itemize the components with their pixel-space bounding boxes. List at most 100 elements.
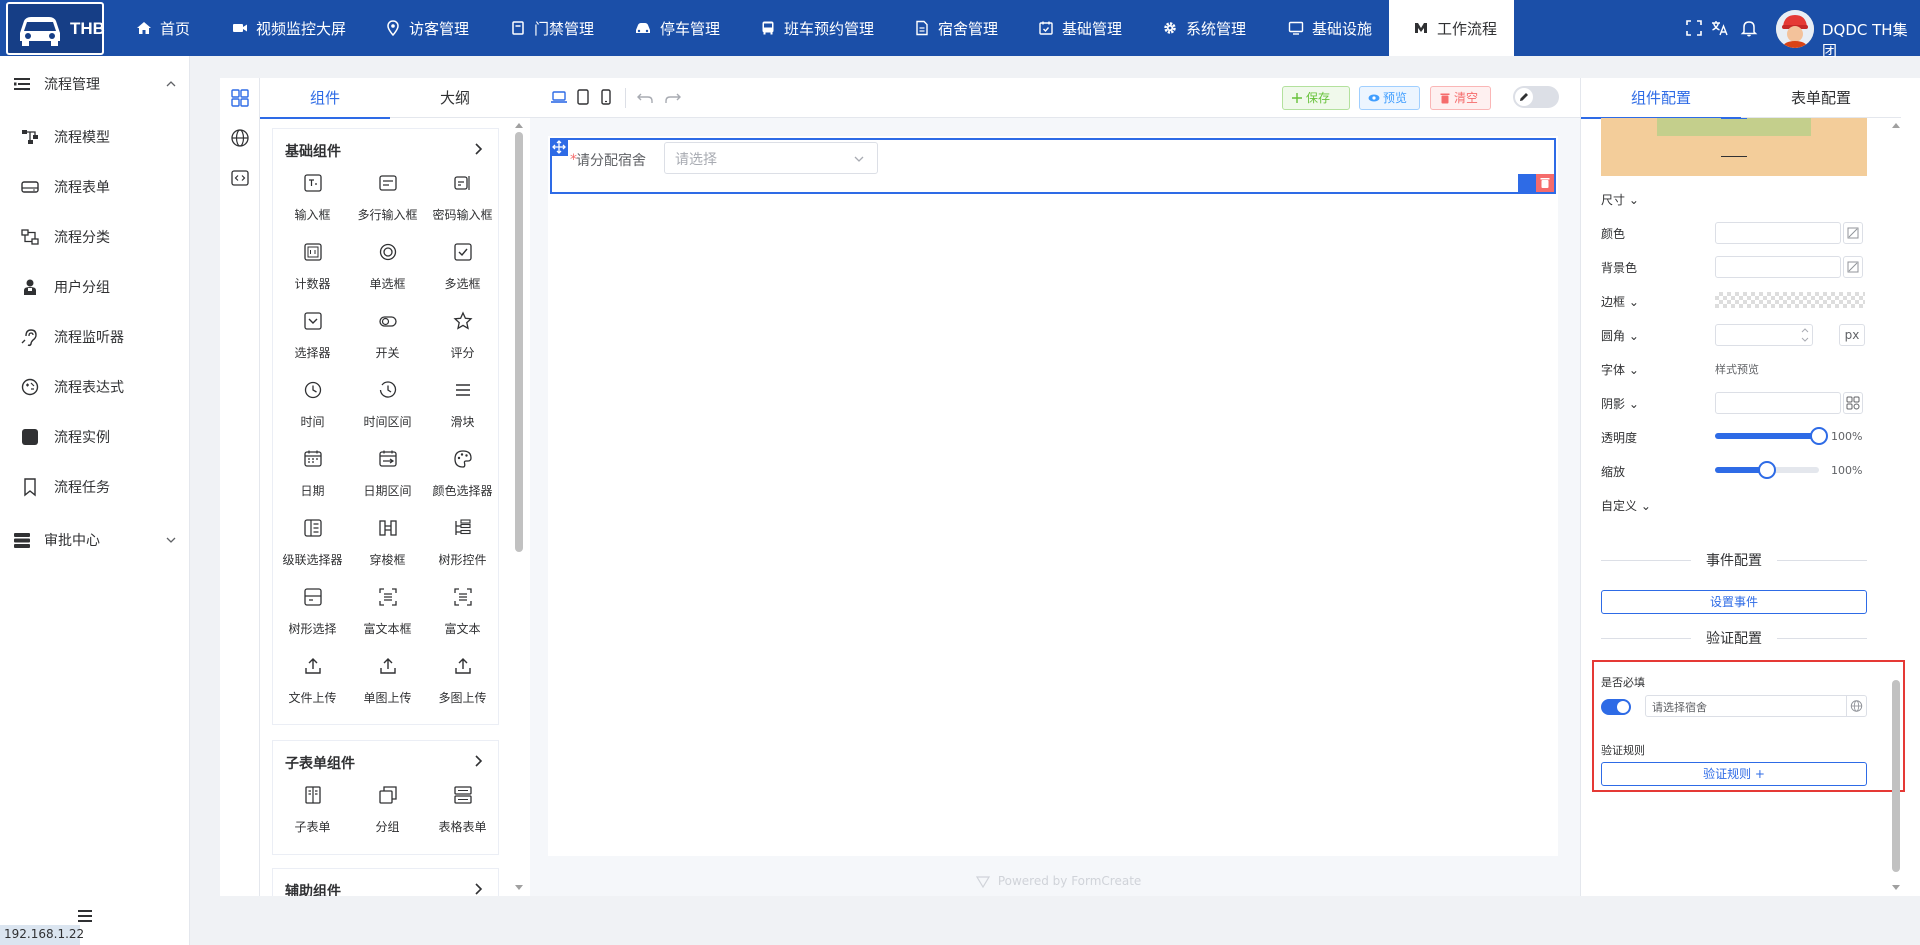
bg-color-picker-button[interactable] [1843,256,1863,278]
component-widget[interactable]: 时间区间 [350,368,425,437]
sidebar-item-user-group[interactable]: 用户分组 [0,267,190,307]
clear-button[interactable]: 清空 [1430,86,1491,110]
scroll-down-arrow-icon[interactable] [514,884,524,892]
edit-mode-toggle[interactable] [1513,86,1559,108]
component-widget[interactable]: 单选框 [350,230,425,299]
phone-icon[interactable] [597,88,615,106]
border-swatch[interactable] [1715,292,1865,308]
bg-color-input[interactable] [1715,256,1841,278]
laptop-icon[interactable] [550,88,568,106]
globe-icon[interactable] [230,128,250,148]
component-widget[interactable]: 多图上传 [425,644,500,713]
tab-component-config[interactable]: 组件配置 [1581,78,1741,119]
sidebar-item-process-form[interactable]: 流程表单 [0,167,190,207]
component-widget[interactable]: 富文本 [425,575,500,644]
tablet-icon[interactable] [574,88,592,106]
drag-handle[interactable] [550,138,568,156]
prop-border-label[interactable]: 边框 ⌄ [1601,293,1639,310]
nav-access-control[interactable]: 门禁管理 [500,0,604,56]
chevron-right-icon[interactable] [472,143,484,155]
tab-form-config[interactable]: 表单配置 [1741,78,1901,118]
component-widget[interactable]: 子表单 [275,773,350,842]
sidebar-group-process-management[interactable]: 流程管理 [0,64,190,104]
scale-slider[interactable] [1715,461,1819,479]
nav-parking[interactable]: 停车管理 [624,0,730,56]
scroll-down-arrow-icon[interactable] [1891,884,1901,892]
scroll-up-arrow-icon[interactable] [1891,121,1901,129]
code-icon[interactable] [230,168,250,188]
nav-basic-management[interactable]: 基础管理 [1028,0,1132,56]
nav-home[interactable]: 首页 [126,0,200,56]
collapse-menu-icon[interactable] [77,909,93,923]
chevron-right-icon[interactable] [472,883,484,895]
dormitory-select[interactable]: 请选择 [664,142,878,174]
radius-unit[interactable]: px [1839,324,1865,346]
tab-components[interactable]: 组件 [260,78,390,119]
component-widget[interactable]: 树形选择 [275,575,350,644]
prop-font-label[interactable]: 字体 ⌄ [1601,361,1639,378]
redo-icon[interactable] [664,88,682,106]
chevron-right-icon[interactable] [472,755,484,767]
prop-radius-label[interactable]: 圆角 ⌄ [1601,327,1639,344]
required-toggle[interactable] [1601,699,1631,715]
component-widget[interactable]: 输入框 [275,161,350,230]
undo-icon[interactable] [636,88,654,106]
app-logo[interactable]: THB [6,2,105,55]
color-input[interactable] [1715,222,1841,244]
sidebar-group-approval-center[interactable]: 审批中心 [0,520,190,560]
nav-shuttle-booking[interactable]: 班车预约管理 [750,0,884,56]
translate-icon[interactable] [1710,18,1730,38]
scroll-up-arrow-icon[interactable] [514,121,524,129]
component-widget[interactable]: 表格表单 [425,773,500,842]
nav-video-monitor[interactable]: 视频监控大屏 [222,0,356,56]
nav-visitor[interactable]: 访客管理 [375,0,479,56]
component-widget[interactable]: 分组 [350,773,425,842]
component-widget[interactable]: 日期 [275,437,350,506]
form-canvas[interactable]: * 请分配宿舍 请选择 [548,136,1558,856]
nav-system-management[interactable]: 系统管理 [1152,0,1256,56]
sidebar-item-process-category[interactable]: 流程分类 [0,217,190,257]
nav-workflow[interactable]: 工作流程 [1389,0,1514,56]
globe-icon[interactable] [1846,696,1866,716]
component-widget[interactable]: 时间 [275,368,350,437]
copy-field-button[interactable] [1518,174,1536,192]
preview-button[interactable]: 预览 [1359,86,1420,110]
shadow-button[interactable] [1843,392,1863,414]
avatar[interactable] [1776,10,1814,48]
prop-size-label[interactable]: 尺寸 ⌄ [1601,191,1639,208]
component-widget[interactable]: 选择器 [275,299,350,368]
stepper-arrows-icon[interactable] [1800,325,1810,345]
config-scrollbar[interactable] [1892,680,1900,872]
component-widget[interactable]: 单图上传 [350,644,425,713]
component-widget[interactable]: 多行输入框 [350,161,425,230]
required-message-input[interactable]: 请选择宿舍 [1645,695,1867,717]
color-picker-button[interactable] [1843,222,1863,244]
components-scrollbar[interactable] [515,132,523,552]
shadow-input[interactable] [1715,392,1841,414]
prop-shadow-label[interactable]: 阴影 ⌄ [1601,395,1639,412]
set-event-button[interactable]: 设置事件 [1601,590,1867,614]
sidebar-item-process-listener[interactable]: 流程监听器 [0,317,190,357]
component-widget[interactable]: 树形控件 [425,506,500,575]
slider-knob[interactable] [1810,427,1828,445]
component-widget[interactable]: 文件上传 [275,644,350,713]
user-name[interactable]: DQDC TH集团 [1822,19,1920,61]
radius-input[interactable] [1715,324,1813,346]
save-button[interactable]: 保存 [1282,86,1350,110]
sidebar-item-process-expression[interactable]: 流程表达式 [0,367,190,407]
component-widget[interactable]: 滑块 [425,368,500,437]
nav-infrastructure[interactable]: 基础设施 [1278,0,1382,56]
component-widget[interactable]: 日期区间 [350,437,425,506]
sidebar-item-process-model[interactable]: 流程模型 [0,117,190,157]
prop-custom-label[interactable]: 自定义 ⌄ [1601,497,1651,514]
sidebar-item-process-task[interactable]: 流程任务 [0,467,190,507]
component-widget[interactable]: 计数器 [275,230,350,299]
delete-field-button[interactable] [1536,174,1554,192]
component-widget[interactable]: 级联选择器 [275,506,350,575]
component-widget[interactable]: 密码输入框 [425,161,500,230]
nav-dormitory[interactable]: 宿舍管理 [904,0,1008,56]
component-widget[interactable]: 颜色选择器 [425,437,500,506]
form-field-dormitory[interactable]: * 请分配宿舍 请选择 [550,138,1556,194]
component-widget[interactable]: 穿梭框 [350,506,425,575]
fullscreen-icon[interactable] [1684,18,1704,38]
